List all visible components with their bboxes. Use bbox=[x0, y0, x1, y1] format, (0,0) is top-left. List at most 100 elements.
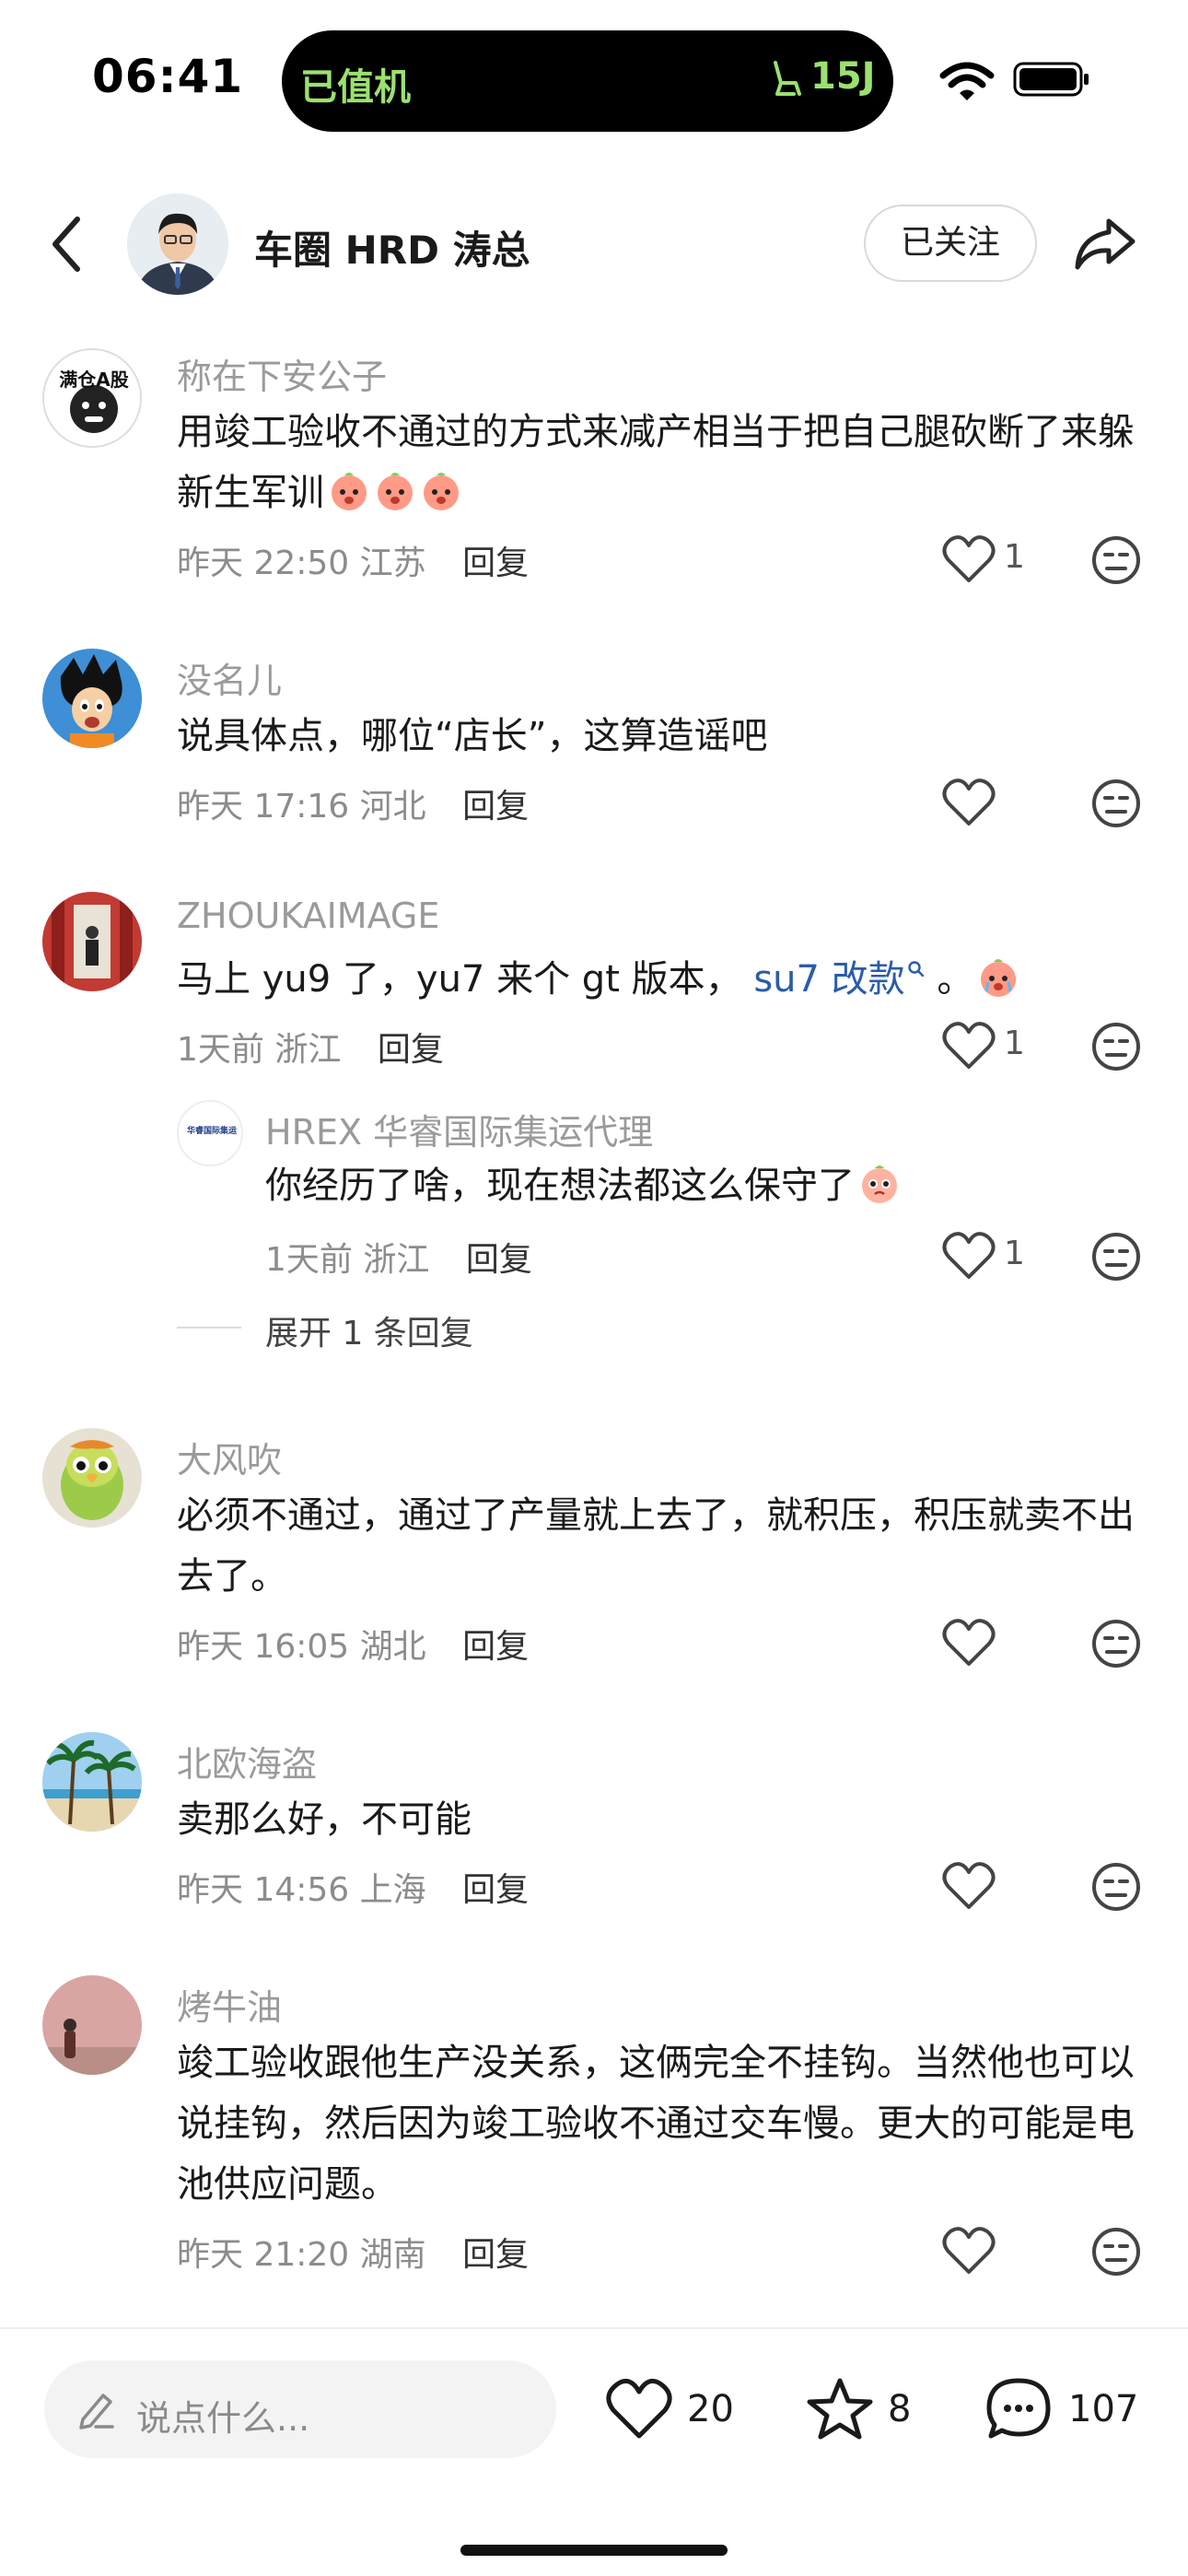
like-count: 1 bbox=[1004, 538, 1025, 576]
reply-button[interactable]: 回复 bbox=[466, 1241, 532, 1279]
expand-replies-button[interactable]: 展开 1 条回复 bbox=[265, 1306, 473, 1354]
comment-time: 昨天 21:20 bbox=[177, 2236, 350, 2274]
comment-text: 说具体点，哪位“店长”，这算造谣吧 bbox=[177, 715, 768, 757]
comment-body: 用竣工验收不通过的方式来减产相当于把自己腿砍断了来躲新生军训 bbox=[177, 411, 1135, 514]
reply-button[interactable]: 回复 bbox=[378, 1031, 444, 1069]
comment-meta: 昨天 14:56 上海 回复 bbox=[177, 1863, 529, 1911]
commenter-avatar[interactable]: 满仓A股 bbox=[42, 348, 142, 448]
comment-location: 湖南 bbox=[359, 2236, 426, 2274]
status-time: 06:41 bbox=[92, 50, 244, 103]
like-icon[interactable] bbox=[941, 2224, 996, 2276]
dislike-icon[interactable] bbox=[1090, 1231, 1142, 1282]
subreply-name[interactable]: HREX 华睿国际集运代理 bbox=[265, 1104, 653, 1154]
pencil-icon bbox=[79, 2394, 114, 2430]
comment-meta: 昨天 17:16 河北 回复 bbox=[177, 779, 529, 827]
comment-icon[interactable] bbox=[984, 2375, 1054, 2441]
like-icon[interactable] bbox=[941, 776, 996, 827]
like-icon[interactable] bbox=[941, 1616, 996, 1668]
comment-text: 必须不通过，通过了产量就上去了，就积压，积压就卖不出去了。 bbox=[177, 1494, 1135, 1598]
commenter-name[interactable]: 北欧海盗 bbox=[177, 1736, 317, 1786]
comment-time: 昨天 14:56 bbox=[177, 1871, 350, 1909]
crying-emoji bbox=[324, 472, 462, 514]
battery-icon bbox=[1013, 62, 1089, 97]
avatar-caption: 满仓A股 bbox=[59, 369, 129, 391]
comment-location: 河北 bbox=[359, 788, 426, 825]
like-icon[interactable] bbox=[941, 1229, 996, 1281]
dislike-icon[interactable] bbox=[1090, 778, 1142, 829]
expand-divider bbox=[177, 1327, 241, 1329]
comment-text: 马上 yu9 了，yu7 来个 gt 版本， su7 改款 。 bbox=[177, 949, 1144, 1010]
commenter-avatar[interactable] bbox=[42, 1428, 142, 1528]
subreply-avatar[interactable]: 华睿国际集运 bbox=[177, 1100, 243, 1166]
comment-location: 江苏 bbox=[359, 544, 426, 582]
status-bar: 06:41 已值机 15J bbox=[0, 0, 1188, 157]
subreply-location: 浙江 bbox=[363, 1241, 430, 1279]
comment-time: 昨天 17:16 bbox=[177, 788, 350, 825]
flight-seat: 15J bbox=[810, 55, 876, 98]
comment-text: 卖那么好，不可能 bbox=[177, 1798, 472, 1841]
comment-text: 竣工验收跟他生产没关系，这俩完全不挂钩。当然他也可以说挂钩，然后因为竣工验收不通… bbox=[177, 2042, 1135, 2206]
commenter-avatar[interactable] bbox=[42, 1975, 142, 2075]
reply-button[interactable]: 回复 bbox=[462, 1871, 529, 1909]
reply-button[interactable]: 回复 bbox=[462, 544, 529, 582]
reply-button[interactable]: 回复 bbox=[462, 2236, 529, 2274]
commenter-avatar[interactable] bbox=[42, 1732, 142, 1832]
dislike-icon[interactable] bbox=[1090, 1021, 1142, 1072]
post-star-count: 8 bbox=[888, 2388, 912, 2430]
commenter-name[interactable]: 没名儿 bbox=[177, 652, 282, 703]
commenter-name[interactable]: 称在下安公子 bbox=[177, 348, 387, 399]
like-count: 1 bbox=[1004, 1235, 1025, 1272]
subreply-meta: 1天前 浙江 回复 bbox=[265, 1233, 532, 1281]
post-comment-count: 107 bbox=[1068, 2388, 1139, 2430]
comment-meta: 昨天 21:20 湖南 回复 bbox=[177, 2228, 529, 2276]
dislike-icon[interactable] bbox=[1090, 1618, 1142, 1669]
back-icon[interactable] bbox=[44, 212, 90, 276]
reply-button[interactable]: 回复 bbox=[462, 788, 529, 825]
subreply-time: 1天前 bbox=[265, 1241, 353, 1279]
bottom-divider bbox=[0, 2327, 1188, 2329]
reply-button[interactable]: 回复 bbox=[462, 1628, 529, 1666]
comment-time: 昨天 22:50 bbox=[177, 544, 350, 582]
comment-location: 浙江 bbox=[274, 1031, 342, 1069]
like-count: 1 bbox=[1004, 1025, 1025, 1062]
comment-meta: 1天前 浙江 回复 bbox=[177, 1023, 444, 1071]
comment-meta: 昨天 22:50 江苏 回复 bbox=[177, 536, 529, 584]
home-indicator[interactable] bbox=[460, 2545, 728, 2556]
seat-icon bbox=[774, 61, 801, 96]
pleading-emoji bbox=[862, 1165, 897, 1203]
search-link[interactable]: su7 改款 bbox=[753, 958, 925, 1001]
comment-location: 湖北 bbox=[359, 1628, 426, 1666]
wifi-icon bbox=[939, 62, 995, 100]
comment-body-end: 。 bbox=[937, 958, 974, 1001]
like-post-icon[interactable] bbox=[604, 2375, 674, 2441]
comment-input-placeholder[interactable]: 说点什么... bbox=[136, 2390, 309, 2441]
comment-location: 上海 bbox=[359, 1871, 426, 1909]
commenter-name[interactable]: ZHOUKAIMAGE bbox=[177, 896, 439, 936]
commenter-avatar[interactable] bbox=[42, 892, 142, 991]
follow-button[interactable]: 已关注 bbox=[864, 205, 1037, 282]
commenter-avatar[interactable] bbox=[42, 649, 142, 748]
search-icon bbox=[907, 961, 924, 978]
commenter-name[interactable]: 大风吹 bbox=[177, 1432, 282, 1482]
comment-body: 马上 yu9 了，yu7 来个 gt 版本， bbox=[177, 958, 742, 1001]
dislike-icon[interactable] bbox=[1090, 1861, 1142, 1913]
avatar-caption: 华睿国际集运 bbox=[186, 1127, 237, 1136]
share-icon[interactable] bbox=[1072, 212, 1138, 276]
like-icon[interactable] bbox=[941, 1859, 996, 1911]
post-like-count: 20 bbox=[687, 2388, 734, 2430]
post-header: 车圈 HRD 涛总 已关注 bbox=[0, 175, 1188, 313]
commenter-name[interactable]: 烤牛油 bbox=[177, 1979, 282, 2030]
dislike-icon[interactable] bbox=[1090, 534, 1142, 586]
comment-meta: 昨天 16:05 湖北 回复 bbox=[177, 1620, 529, 1668]
comment-time: 1天前 bbox=[177, 1031, 264, 1069]
star-icon[interactable] bbox=[805, 2375, 875, 2441]
like-icon[interactable] bbox=[941, 533, 996, 584]
subreply-body: 你经历了啥，现在想法都这么保守了 bbox=[265, 1165, 855, 1207]
comment-text: 用竣工验收不通过的方式来减产相当于把自己腿砍断了来躲新生军训 bbox=[177, 402, 1144, 523]
like-icon[interactable] bbox=[941, 1019, 996, 1071]
subreply-text: 你经历了啥，现在想法都这么保守了 bbox=[265, 1155, 1149, 1216]
author-name[interactable]: 车圈 HRD 涛总 bbox=[254, 219, 530, 275]
comment-time: 昨天 16:05 bbox=[177, 1628, 350, 1666]
author-avatar[interactable] bbox=[127, 193, 228, 295]
dislike-icon[interactable] bbox=[1090, 2226, 1142, 2277]
